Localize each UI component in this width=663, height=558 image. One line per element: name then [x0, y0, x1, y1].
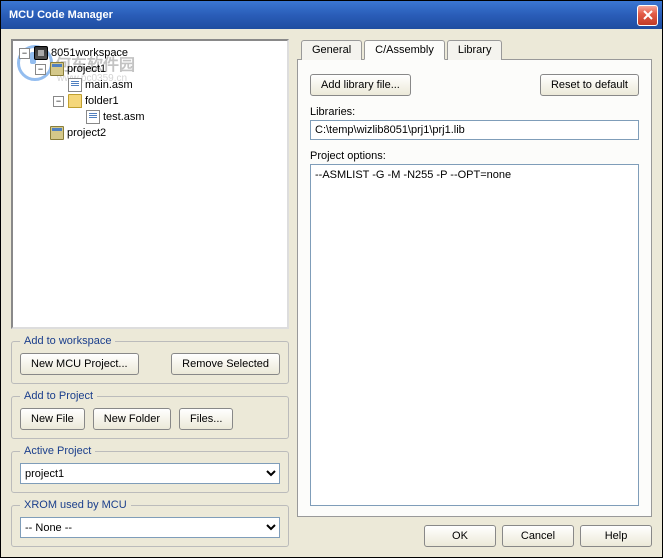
- tree-label: project1: [67, 63, 106, 75]
- xrom-select[interactable]: -- None --: [20, 517, 280, 538]
- project-tree[interactable]: 何东软件园 www.pc0359.cn − 8051workspace − pr…: [11, 39, 289, 329]
- tree-label: folder1: [85, 95, 119, 107]
- new-mcu-project-button[interactable]: New MCU Project...: [20, 353, 139, 375]
- add-library-file-button[interactable]: Add library file...: [310, 74, 411, 96]
- close-icon: [643, 10, 653, 20]
- collapse-icon[interactable]: −: [19, 48, 30, 59]
- project-icon: [50, 62, 64, 76]
- collapse-icon[interactable]: −: [35, 64, 46, 75]
- tree-root[interactable]: − 8051workspace: [17, 45, 283, 61]
- tree-label: 8051workspace: [51, 47, 128, 59]
- group-title: Active Project: [20, 445, 95, 457]
- project-options-input[interactable]: --ASMLIST -G -M -N255 -P --OPT=none: [310, 164, 639, 506]
- cancel-button[interactable]: Cancel: [502, 525, 574, 547]
- tab-general[interactable]: General: [301, 40, 362, 60]
- group-title: Add to Project: [20, 390, 97, 402]
- tree-file[interactable]: main.asm: [17, 77, 283, 93]
- group-title: XROM used by MCU: [20, 499, 131, 511]
- close-button[interactable]: [637, 5, 658, 26]
- add-to-project-group: Add to Project New File New Folder Files…: [11, 390, 289, 439]
- libraries-input[interactable]: [310, 120, 639, 140]
- tree-label: test.asm: [103, 111, 145, 123]
- project-icon: [50, 126, 64, 140]
- tree-label: project2: [67, 127, 106, 139]
- dialog-button-row: OK Cancel Help: [297, 517, 652, 547]
- tab-strip: General C/Assembly Library: [297, 40, 652, 60]
- chip-icon: [34, 46, 48, 60]
- ok-button[interactable]: OK: [424, 525, 496, 547]
- collapse-icon[interactable]: −: [53, 96, 64, 107]
- add-to-workspace-group: Add to workspace New MCU Project... Remo…: [11, 335, 289, 384]
- tree-file[interactable]: test.asm: [17, 109, 283, 125]
- tree-folder[interactable]: − folder1: [17, 93, 283, 109]
- active-project-select[interactable]: project1: [20, 463, 280, 484]
- xrom-group: XROM used by MCU -- None --: [11, 499, 289, 547]
- new-folder-button[interactable]: New Folder: [93, 408, 171, 430]
- project-options-label: Project options:: [310, 150, 639, 162]
- libraries-label: Libraries:: [310, 106, 639, 118]
- files-button[interactable]: Files...: [179, 408, 233, 430]
- titlebar: MCU Code Manager: [1, 1, 662, 29]
- folder-icon: [68, 94, 82, 108]
- tab-panel: Add library file... Reset to default Lib…: [297, 59, 652, 517]
- active-project-group: Active Project project1: [11, 445, 289, 493]
- file-icon: [68, 78, 82, 92]
- tree-project[interactable]: − project1: [17, 61, 283, 77]
- remove-selected-button[interactable]: Remove Selected: [171, 353, 280, 375]
- window-title: MCU Code Manager: [5, 9, 637, 21]
- group-title: Add to workspace: [20, 335, 115, 347]
- tab-library[interactable]: Library: [447, 40, 503, 60]
- file-icon: [86, 110, 100, 124]
- tab-c-assembly[interactable]: C/Assembly: [364, 40, 445, 60]
- tree-project[interactable]: project2: [17, 125, 283, 141]
- reset-to-default-button[interactable]: Reset to default: [540, 74, 639, 96]
- new-file-button[interactable]: New File: [20, 408, 85, 430]
- tree-label: main.asm: [85, 79, 133, 91]
- help-button[interactable]: Help: [580, 525, 652, 547]
